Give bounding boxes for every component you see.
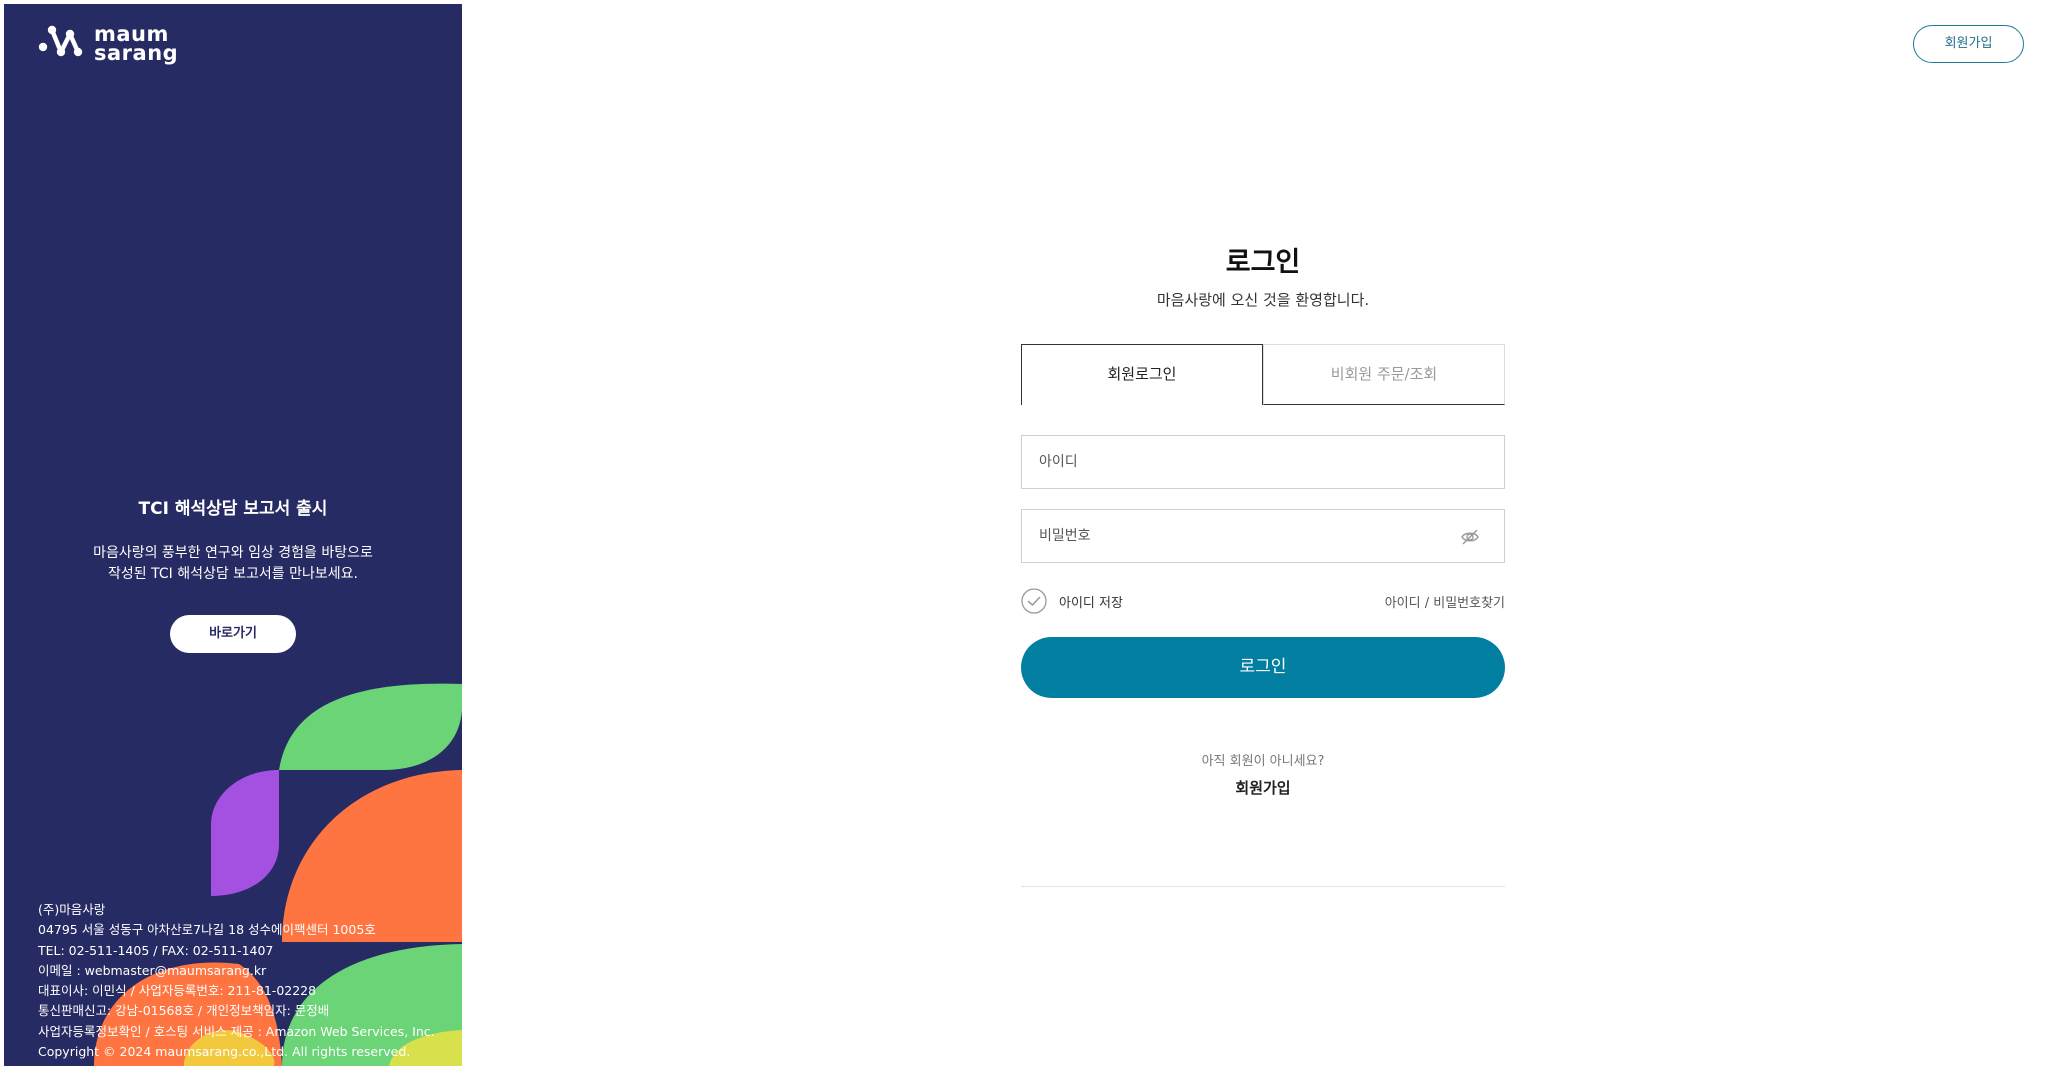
eye-off-icon[interactable] xyxy=(1460,527,1480,547)
check-circle-icon xyxy=(1021,588,1047,614)
login-form: 로그인 마음사랑에 오신 것을 환영합니다. 회원로그인 비회원 주문/조회 아… xyxy=(1021,240,1505,887)
brand-logo[interactable]: maum sarang xyxy=(38,24,178,64)
password-input[interactable]: 비밀번호 xyxy=(1021,509,1505,563)
password-input-placeholder: 비밀번호 xyxy=(1039,528,1091,544)
footer-line[interactable]: 사업자등록정보확인 / 호스팅 서비스 제공 : Amazon Web Serv… xyxy=(38,1022,435,1042)
login-subtitle: 마음사랑에 오신 것을 환영합니다. xyxy=(1156,291,1370,309)
divider xyxy=(1021,886,1505,887)
login-submit-button[interactable]: 로그인 xyxy=(1021,637,1505,698)
promo-description: 마음사랑의 풍부한 연구와 임상 경험을 바탕으로 작성된 TCI 해석상담 보… xyxy=(4,543,462,585)
tab-member-login[interactable]: 회원로그인 xyxy=(1021,344,1263,405)
id-input-placeholder: 아이디 xyxy=(1039,454,1078,470)
promo-desc-line2: 작성된 TCI 해석상담 보고서를 만나보세요. xyxy=(108,566,358,582)
join-link[interactable]: 회원가입 xyxy=(1021,777,1505,798)
promo-desc-line1: 마음사랑의 풍부한 연구와 임상 경험을 바탕으로 xyxy=(93,545,373,561)
login-title: 로그인 xyxy=(1225,247,1301,278)
footer-line: TEL: 02-511-1405 / FAX: 02-511-1407 xyxy=(38,942,274,958)
find-id-password-link[interactable]: 아이디 / 비밀번호찾기 xyxy=(1385,592,1505,611)
logo-text: maum sarang xyxy=(94,24,179,65)
promo-panel: maum sarang TCI 해석상담 보고서 출시 마음사랑의 풍부한 연구… xyxy=(4,4,462,1066)
tab-guest-order[interactable]: 비회원 주문/조회 xyxy=(1263,344,1505,405)
header-signup-button[interactable]: 회원가입 xyxy=(1913,25,2024,63)
footer-line: 통신판매신고: 강남-01568호 / 개인정보책임자: 문정배 xyxy=(38,1003,330,1019)
id-input[interactable]: 아이디 xyxy=(1021,435,1505,489)
footer-line: 이메일 : webmaster@maumsarang.kr xyxy=(38,962,267,978)
login-tabs: 회원로그인 비회원 주문/조회 xyxy=(1021,344,1505,405)
footer-line: Copyright © 2024 maumsarang.co.,Ltd. All… xyxy=(38,1044,411,1060)
footer-line: (주)마음사랑 xyxy=(38,902,106,917)
remember-id-label: 아이디 저장 xyxy=(1059,595,1123,611)
footer-line: 대표이사: 이민식 / 사업자등록번호: 211-81-02228 xyxy=(38,983,317,999)
logo-mark-icon xyxy=(38,25,83,57)
logo-text-line2: sarang xyxy=(94,41,179,65)
remember-id-checkbox[interactable]: 아이디 저장 xyxy=(1021,588,1123,614)
promo-block: TCI 해석상담 보고서 출시 마음사랑의 풍부한 연구와 임상 경험을 바탕으… xyxy=(4,494,462,653)
join-question: 아직 회원이 아니세요? xyxy=(1201,754,1325,769)
login-options-row: 아이디 저장 아이디 / 비밀번호찾기 xyxy=(1021,587,1505,615)
footer-line: 04795 서울 성동구 아차산로7나길 18 성수에이팩센터 1005호 xyxy=(38,922,376,938)
promo-title: TCI 해석상담 보고서 출시 xyxy=(138,499,328,519)
company-footer: (주)마음사랑 04795 서울 성동구 아차산로7나길 18 성수에이팩센터 … xyxy=(38,900,435,1062)
promo-go-button[interactable]: 바로가기 xyxy=(170,615,296,653)
